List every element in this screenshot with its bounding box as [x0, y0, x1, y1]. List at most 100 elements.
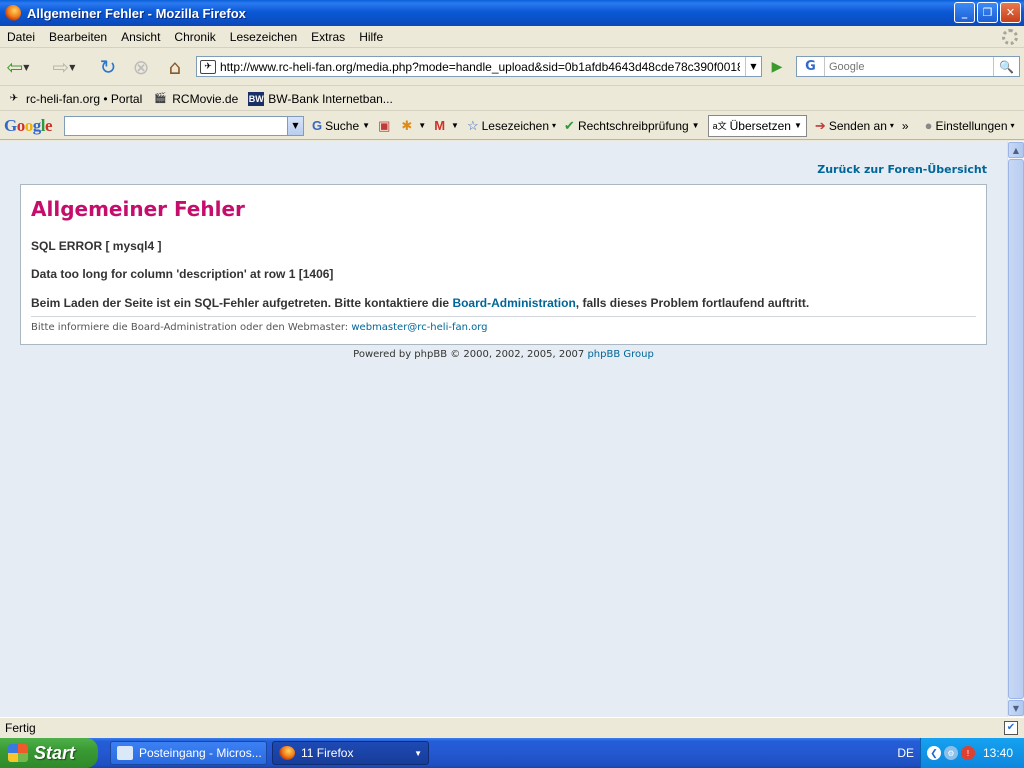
clock: 13:40 [983, 746, 1014, 760]
scroll-down-icon[interactable]: ▼ [1008, 700, 1024, 716]
chevron-down-icon: ▾ [552, 121, 557, 130]
google-apps-button[interactable]: ✱ ▼ [401, 118, 426, 134]
site-favicon-icon: ✈ [200, 59, 216, 74]
translate-icon: a文 [712, 121, 727, 131]
back-dropdown-icon[interactable]: ▼ [23, 63, 29, 72]
back-button[interactable]: ⇦ ▼ [4, 54, 32, 80]
bookmark-rcmovie[interactable]: 🎬 RCMovie.de [152, 92, 238, 106]
forum-index-link[interactable]: Zurück zur Foren-Übersicht [817, 163, 987, 176]
send-to-button[interactable]: ➔ Senden an ▾ [815, 118, 894, 134]
popup-blocker-icon: ▣ [378, 117, 391, 133]
reload-button[interactable]: ↻ [94, 54, 122, 80]
error-detail-text: Data too long for column 'description' a… [31, 267, 334, 281]
board-admin-link[interactable]: Board-Administration [452, 296, 575, 310]
menu-file[interactable]: Datei [0, 30, 42, 44]
scroll-up-icon[interactable]: ▲ [1008, 142, 1024, 158]
webmaster-notice: Bitte informiere die Board-Administratio… [31, 322, 488, 333]
bookmark-label: BW-Bank Internetban... [268, 91, 393, 106]
window-title-bar[interactable]: Allgemeiner Fehler - Mozilla Firefox _ ❐… [0, 0, 1024, 26]
divider [31, 316, 976, 317]
close-button[interactable]: ✕ [1000, 2, 1021, 23]
home-button[interactable]: ⌂ [162, 54, 188, 80]
chevron-down-icon: ▼ [691, 121, 700, 130]
go-button[interactable]: ▶ [766, 56, 788, 77]
address-bar[interactable]: ✈ ▼ [196, 56, 762, 77]
google-bookmarks-button[interactable]: ☆ Lesezeichen ▾ [467, 118, 556, 134]
vertical-scrollbar[interactable]: ▲ ▼ [1007, 141, 1024, 717]
firefox-icon [5, 5, 21, 21]
spellcheck-button[interactable]: ✔ Rechtschreibprüfung ▼ [564, 118, 700, 134]
menu-edit[interactable]: Bearbeiten [42, 30, 114, 44]
google-bookmarks-label: Lesezeichen [481, 118, 550, 133]
status-text: Fertig [5, 721, 36, 735]
settings-button[interactable]: ● Einstellungen ▾ [925, 118, 1015, 133]
error-message-text: Beim Laden der Seite ist ein SQL-Fehler … [31, 296, 453, 310]
search-input[interactable] [829, 60, 989, 73]
checkmark-icon[interactable]: ✔ [1004, 721, 1018, 735]
window-title: Allgemeiner Fehler - Mozilla Firefox [27, 5, 246, 21]
menu-bookmarks[interactable]: Lesezeichen [223, 30, 304, 44]
google-search-button[interactable]: G Suche ▼ [312, 118, 370, 133]
gmail-icon: M [434, 118, 446, 133]
phpbb-group-link[interactable]: phpBB Group [587, 349, 653, 360]
window-controls: _ ❐ ✕ [954, 2, 1021, 23]
search-button-icon[interactable]: 🔍 [993, 57, 1019, 76]
stop-button[interactable]: ⊗ [128, 54, 154, 80]
gmail-button[interactable]: M ▼ [434, 118, 459, 133]
url-input[interactable] [220, 59, 740, 74]
menu-bar: Datei Bearbeiten Ansicht Chronik Lesezei… [0, 26, 1024, 48]
settings-label: Einstellungen [935, 118, 1008, 133]
google-logo[interactable]: Google [4, 116, 60, 136]
google-search-input[interactable]: ▼ [64, 115, 304, 136]
helicopter-icon: ✈ [9, 93, 19, 104]
apps-icon: ✱ [401, 117, 413, 133]
taskbar-item-firefox[interactable]: 11 Firefox ▼ [272, 741, 429, 765]
google-search-label: Suche [325, 118, 360, 133]
chevron-down-icon: ▼ [414, 748, 422, 758]
search-bar[interactable]: G 🔍 [796, 56, 1020, 77]
more-button[interactable]: » [902, 119, 909, 133]
page-title: Allgemeiner Fehler [31, 197, 245, 221]
maximize-button[interactable]: ❐ [977, 2, 998, 23]
start-button[interactable]: Start [0, 738, 98, 768]
security-alert-icon[interactable]: ! [961, 746, 975, 760]
clapperboard-icon: 🎬 [154, 93, 167, 104]
google-g-icon: G [312, 118, 323, 133]
bookmark-label: RCMovie.de [172, 91, 239, 106]
google-toolbar: Google ▼ G Suche ▼ ▣ ✱ ▼ M ▼ ☆ Lesezeich… [0, 112, 1024, 140]
taskbar-item-label: Posteingang - Micros... [139, 746, 262, 760]
chevron-down-icon: ▾ [889, 121, 894, 130]
send-icon: ➔ [814, 117, 826, 133]
url-dropdown-icon[interactable]: ▼ [745, 57, 761, 76]
taskbar-item-outlook[interactable]: Posteingang - Micros... [110, 741, 267, 765]
forward-button[interactable]: ⇨ ▼ [50, 54, 78, 80]
chevron-down-icon: ▼ [362, 121, 371, 130]
navigation-toolbar: ⇦▼ ⇨▼ ↻ ⊗ ⌂ ✈ ▼ ▶ G 🔍 [0, 48, 1024, 86]
menu-history[interactable]: Chronik [167, 30, 222, 44]
bookmark-bw-bank[interactable]: BW BW-Bank Internetban... [248, 91, 393, 106]
bookmark-label: rc-heli-fan.org • Portal [26, 91, 143, 106]
forward-dropdown-icon[interactable]: ▼ [69, 63, 75, 72]
chevron-down-icon: ▼ [451, 121, 459, 130]
scrollbar-thumb[interactable] [1008, 159, 1024, 699]
google-search-dropdown-icon[interactable]: ▼ [287, 116, 303, 135]
language-indicator[interactable]: DE [897, 746, 914, 760]
minimize-button[interactable]: _ [954, 2, 975, 23]
translate-button[interactable]: a文 Übersetzen ▼ [707, 114, 807, 137]
system-tray: ❮ ⚙ ! 13:40 [920, 738, 1024, 768]
error-message: Beim Laden der Seite ist ein SQL-Fehler … [31, 296, 809, 310]
bw-bank-icon: BW [248, 91, 265, 106]
start-label: Start [34, 742, 76, 763]
network-icon[interactable]: ⚙ [944, 746, 958, 760]
search-engine-icon[interactable]: G [797, 57, 825, 76]
taskbar: Start Posteingang - Micros... 11 Firefox… [0, 738, 1024, 768]
menu-tools[interactable]: Extras [304, 30, 352, 44]
chevron-left-icon[interactable]: ❮ [927, 746, 941, 760]
bookmarks-toolbar: ✈ rc-heli-fan.org • Portal 🎬 RCMovie.de … [0, 87, 1024, 111]
menu-help[interactable]: Hilfe [352, 30, 390, 44]
spellcheck-icon: ✔ [564, 117, 575, 133]
popup-blocker-button[interactable]: ▣ [378, 118, 393, 134]
menu-view[interactable]: Ansicht [114, 30, 167, 44]
webmaster-email-link[interactable]: webmaster@rc-heli-fan.org [351, 322, 487, 333]
bookmark-rc-heli-fan[interactable]: ✈ rc-heli-fan.org • Portal [6, 92, 142, 106]
